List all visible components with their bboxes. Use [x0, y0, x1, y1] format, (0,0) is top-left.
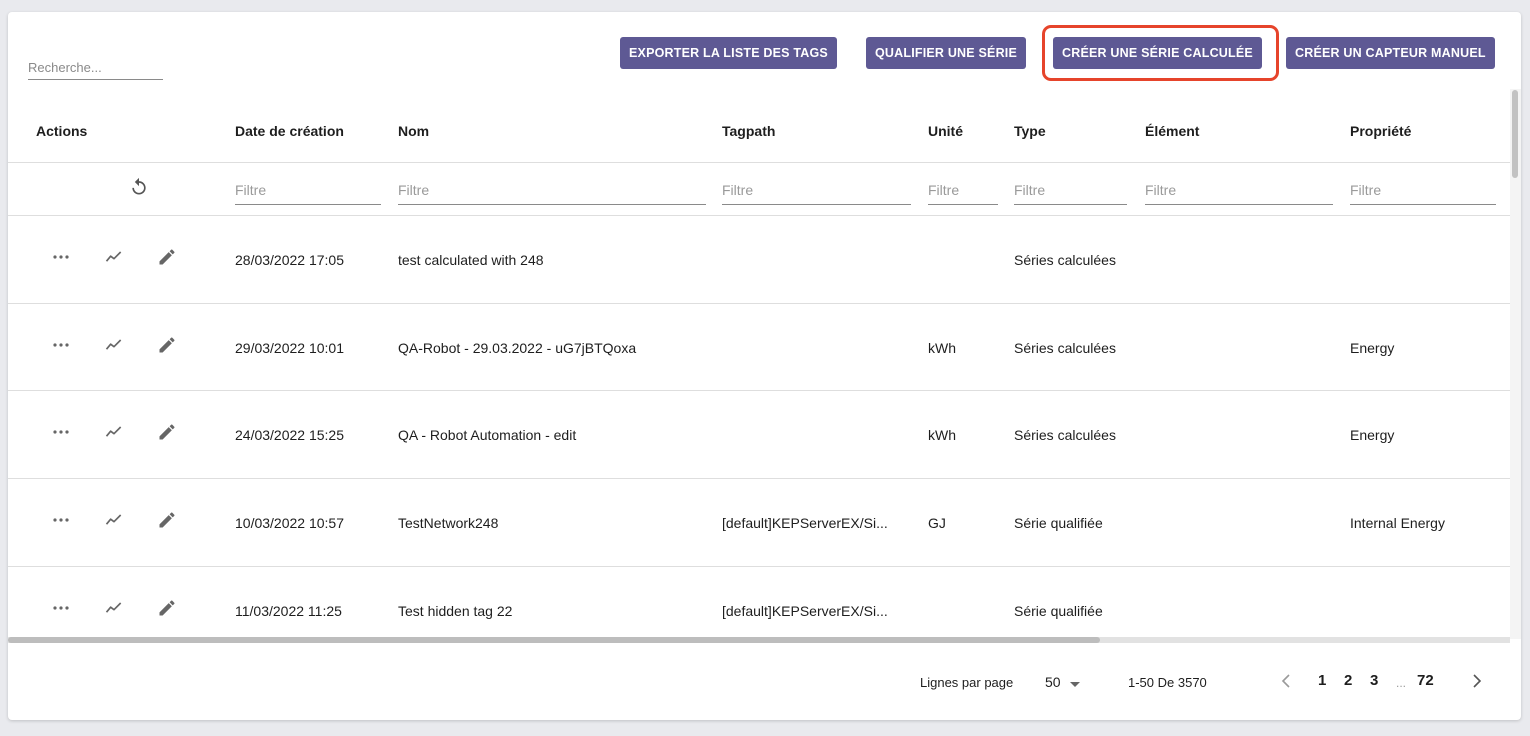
export-tags-button[interactable]: EXPORTER LA LISTE DES TAGS [620, 37, 837, 69]
column-header-unite[interactable]: Unité [928, 123, 963, 139]
create-calculated-series-button[interactable]: CRÉER UNE SÉRIE CALCULÉE [1053, 37, 1262, 69]
filter-propriete[interactable] [1350, 175, 1496, 205]
rows-per-page-value: 50 [1045, 674, 1061, 690]
cell-type: Séries calculées [1014, 340, 1116, 356]
more-horizontal-icon[interactable] [48, 419, 74, 445]
cell-nom: TestNetwork248 [398, 515, 499, 531]
edit-pencil-icon[interactable] [154, 507, 180, 533]
tags-table-card: EXPORTER LA LISTE DES TAGS QUALIFIER UNE… [8, 12, 1521, 720]
edit-pencil-icon[interactable] [154, 244, 180, 270]
more-horizontal-icon[interactable] [48, 595, 74, 621]
range-text: 1-50 De 3570 [1128, 675, 1207, 690]
table-row: 29/03/2022 10:01 QA-Robot - 29.03.2022 -… [8, 304, 1510, 392]
page-link-2[interactable]: 2 [1344, 672, 1352, 689]
edit-pencil-icon[interactable] [154, 332, 180, 358]
dropdown-arrow-icon [1070, 675, 1081, 691]
cell-type: Série qualifiée [1014, 515, 1103, 531]
column-header-propriete[interactable]: Propriété [1350, 123, 1411, 139]
cell-type: Séries calculées [1014, 427, 1116, 443]
horizontal-scrollbar-thumb[interactable] [8, 637, 1100, 643]
cell-date: 10/03/2022 10:57 [235, 515, 344, 531]
filter-element[interactable] [1145, 175, 1333, 205]
cell-nom: Test hidden tag 22 [398, 603, 513, 619]
column-header-nom[interactable]: Nom [398, 123, 429, 139]
chart-line-icon[interactable] [101, 507, 127, 533]
column-header-actions: Actions [36, 123, 88, 139]
page-ellipsis: ... [1396, 676, 1407, 690]
cell-date: 24/03/2022 15:25 [235, 427, 344, 443]
filter-type[interactable] [1014, 175, 1127, 205]
cell-propriete: Energy [1350, 427, 1395, 443]
chart-line-icon[interactable] [101, 419, 127, 445]
cell-type: Série qualifiée [1014, 603, 1103, 619]
edit-pencil-icon[interactable] [154, 419, 180, 445]
cell-nom: QA-Robot - 29.03.2022 - uG7jBTQoxa [398, 340, 637, 356]
cell-tagpath: [default]KEPServerEX/Si... [722, 603, 888, 619]
cell-date: 11/03/2022 11:25 [235, 603, 342, 619]
chart-line-icon[interactable] [101, 595, 127, 621]
page-link-last[interactable]: 72 [1417, 672, 1434, 689]
cell-nom: test calculated with 248 [398, 252, 544, 268]
chart-line-icon[interactable] [101, 244, 127, 270]
more-horizontal-icon[interactable] [48, 244, 74, 270]
edit-pencil-icon[interactable] [154, 595, 180, 621]
column-header-date[interactable]: Date de création [235, 123, 344, 139]
cell-type: Séries calculées [1014, 252, 1116, 268]
vertical-scrollbar-thumb[interactable] [1512, 90, 1518, 178]
cell-unite: kWh [928, 340, 956, 356]
cell-propriete: Internal Energy [1350, 515, 1445, 531]
filter-unite[interactable] [928, 175, 998, 205]
page-link-3[interactable]: 3 [1370, 672, 1378, 689]
page-link-1[interactable]: 1 [1318, 672, 1326, 689]
table-row: 11/03/2022 11:25 Test hidden tag 22 [def… [8, 567, 1510, 639]
create-manual-sensor-button[interactable]: CRÉER UN CAPTEUR MANUEL [1286, 37, 1495, 69]
filter-date[interactable] [235, 175, 381, 205]
table-row: 28/03/2022 17:05 test calculated with 24… [8, 216, 1510, 304]
filter-nom[interactable] [398, 175, 706, 205]
more-horizontal-icon[interactable] [48, 507, 74, 533]
reset-icon[interactable] [126, 174, 152, 200]
cell-date: 29/03/2022 10:01 [235, 340, 344, 356]
more-horizontal-icon[interactable] [48, 332, 74, 358]
header-divider [8, 162, 1510, 163]
cell-propriete: Energy [1350, 340, 1395, 356]
cell-unite: kWh [928, 427, 956, 443]
table-row: 10/03/2022 10:57 TestNetwork248 [default… [8, 479, 1510, 567]
column-header-tagpath[interactable]: Tagpath [722, 123, 775, 139]
chevron-left-icon[interactable] [1273, 668, 1299, 694]
table-row: 24/03/2022 15:25 QA - Robot Automation -… [8, 391, 1510, 479]
cell-unite: GJ [928, 515, 946, 531]
filter-tagpath[interactable] [722, 175, 911, 205]
cell-tagpath: [default]KEPServerEX/Si... [722, 515, 888, 531]
chart-line-icon[interactable] [101, 332, 127, 358]
rows-per-page-select[interactable]: 50 [1045, 674, 1081, 691]
tags-table: Actions Date de création Nom Tagpath Uni… [8, 89, 1510, 639]
qualify-series-button[interactable]: QUALIFIER UNE SÉRIE [866, 37, 1027, 69]
chevron-right-icon[interactable] [1464, 668, 1490, 694]
column-header-type[interactable]: Type [1014, 123, 1046, 139]
search-input[interactable] [28, 56, 163, 80]
rows-per-page-label: Lignes par page [920, 675, 1014, 690]
cell-nom: QA - Robot Automation - edit [398, 427, 577, 443]
cell-date: 28/03/2022 17:05 [235, 252, 344, 268]
column-header-element[interactable]: Élément [1145, 123, 1199, 139]
